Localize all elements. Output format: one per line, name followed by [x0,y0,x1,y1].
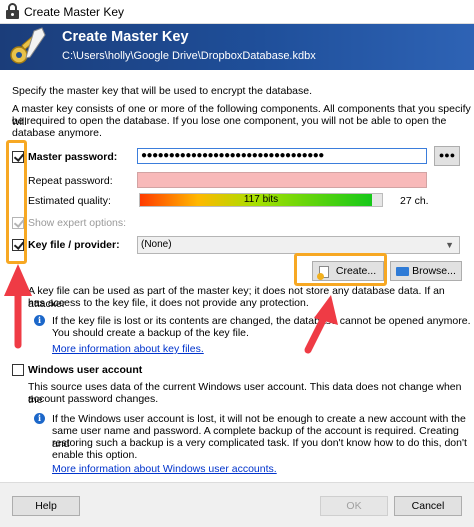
up-arrow-create [304,295,338,354]
up-arrow-left [4,264,32,349]
annotation-arrows [4,264,338,354]
